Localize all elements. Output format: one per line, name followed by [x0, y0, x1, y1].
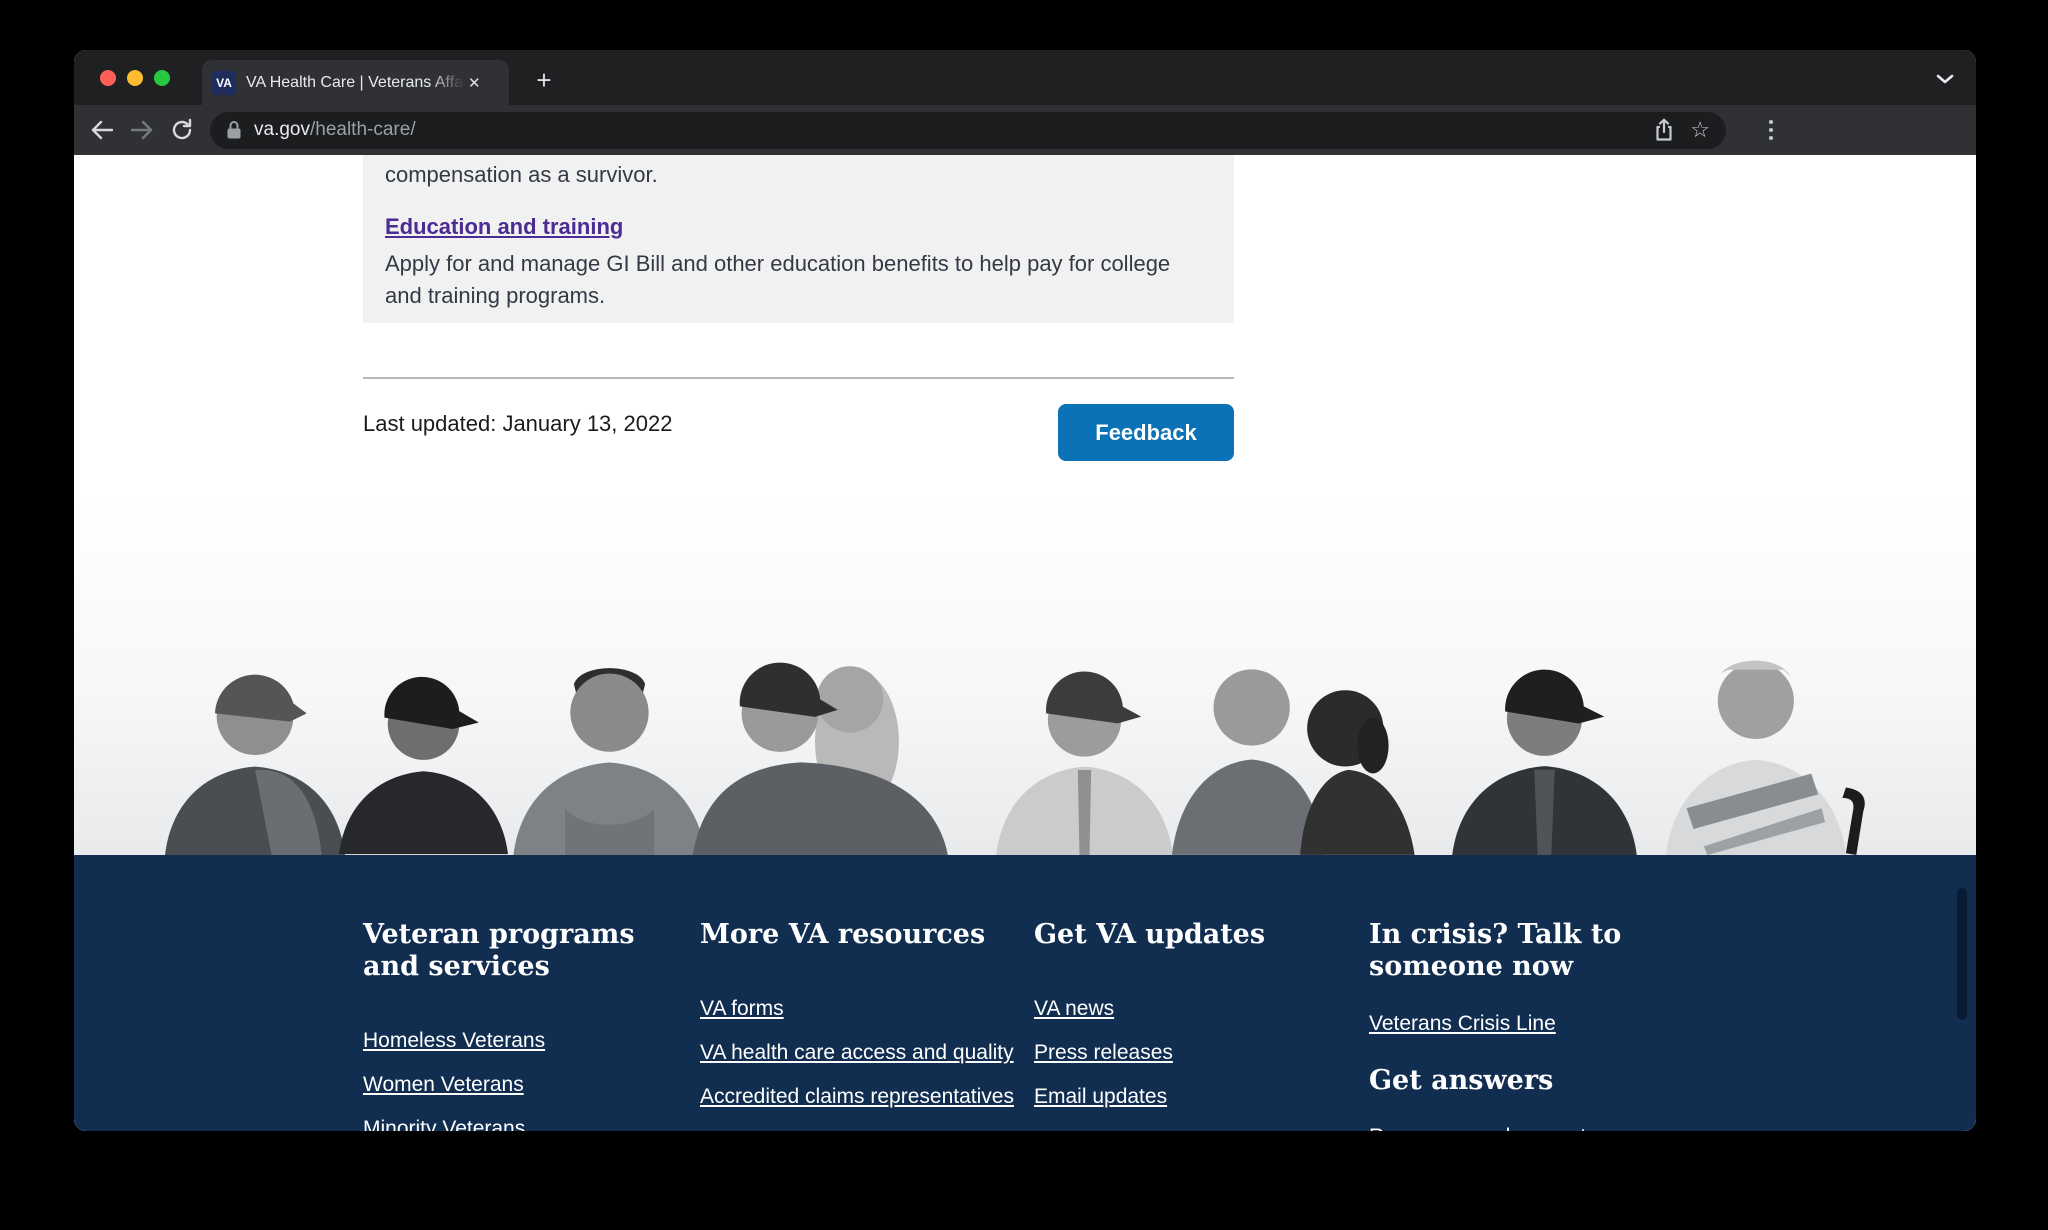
footer-link-item: Veterans Crisis Line [1369, 1011, 1699, 1039]
tab-close-icon[interactable]: ✕ [468, 74, 481, 92]
accredited-claims-link[interactable]: Accredited claims representatives [700, 1085, 1014, 1108]
footer-column-programs: Veteran programs and services Homeless V… [363, 919, 700, 1131]
footer-link-item: Women Veterans [363, 1072, 700, 1100]
press-releases-link[interactable]: Press releases [1034, 1041, 1173, 1064]
footer-link-item: VA news [1034, 996, 1369, 1024]
tab-title-fade [430, 73, 464, 92]
veterans-crisis-line-link[interactable]: Veterans Crisis Line [1369, 1012, 1556, 1035]
veteran-photo-2 [326, 655, 521, 855]
footer-column-resources: More VA resources VA forms VA health car… [700, 919, 1034, 1131]
va-forms-link[interactable]: VA forms [700, 997, 784, 1020]
va-mobile-apps-link[interactable]: VA mobile apps [700, 1129, 844, 1131]
lock-icon [227, 121, 241, 139]
page-scrollbar-thumb[interactable] [1957, 888, 1967, 1020]
va-health-care-access-link[interactable]: VA health care access and quality [700, 1041, 1014, 1064]
last-updated-text: Last updated: January 13, 2022 [363, 411, 673, 436]
tab-search-chevron-icon[interactable] [1928, 64, 1962, 94]
tab-strip: VA VA Health Care | Veterans Affai ✕ + [74, 50, 1976, 105]
veteran-photo-8 [1647, 642, 1882, 855]
forward-button[interactable] [122, 110, 162, 150]
page-content: compensation as a survivor. Education an… [74, 155, 1976, 1131]
minority-veterans-link[interactable]: Minority Veterans [363, 1117, 525, 1131]
email-updates-link[interactable]: Email updates [1034, 1085, 1167, 1108]
veteran-photo-5 [982, 650, 1187, 855]
footer-link-item: Resources and support [1369, 1124, 1699, 1131]
feedback-button[interactable]: Feedback [1058, 404, 1234, 461]
browser-toolbar: va.gov/health-care/ ☆ [74, 105, 1976, 155]
new-tab-button[interactable]: + [526, 62, 562, 98]
bookmark-star-icon[interactable]: ☆ [1690, 119, 1710, 141]
veteran-photo-7 [1432, 650, 1657, 855]
footer-heading: In crisis? Talk to someone now [1369, 919, 1622, 982]
tab-title: VA Health Care | Veterans Affai [246, 73, 464, 92]
window-zoom-button[interactable] [154, 70, 170, 86]
benefits-summary-panel: compensation as a survivor. Education an… [363, 155, 1234, 323]
women-veterans-link[interactable]: Women Veterans [363, 1073, 524, 1096]
site-footer: Veteran programs and services Homeless V… [74, 855, 1976, 1131]
footer-heading: Get VA updates [1034, 919, 1266, 950]
truncated-paragraph: compensation as a survivor. [385, 162, 658, 187]
footer-link-item: Minority Veterans [363, 1116, 700, 1131]
veteran-photo-6-with-dog [1165, 645, 1425, 855]
browser-window: VA VA Health Care | Veterans Affai ✕ + v… [74, 50, 1976, 1131]
footer-link-item: Homeless Veterans [363, 1028, 700, 1056]
footer-link-item: Press releases [1034, 1040, 1369, 1068]
window-minimize-button[interactable] [127, 70, 143, 86]
browser-menu-kebab-icon[interactable] [1754, 120, 1788, 140]
back-button[interactable] [82, 110, 122, 150]
footer-column-updates: Get VA updates VA news Press releases Em… [1034, 919, 1369, 1131]
browser-tab[interactable]: VA VA Health Care | Veterans Affai ✕ [202, 60, 509, 105]
footer-heading-get-answers: Get answers [1369, 1065, 1554, 1096]
footer-column-crisis: In crisis? Talk to someone now Veterans … [1369, 919, 1699, 1131]
va-news-link[interactable]: VA news [1034, 997, 1114, 1020]
resources-and-support-link[interactable]: Resources and support [1369, 1125, 1586, 1131]
footer-link-item: VA mobile apps [700, 1128, 1034, 1131]
reload-button[interactable] [162, 110, 202, 150]
va-favicon-icon: VA [212, 70, 236, 95]
footer-link-item: VA health care access and quality [700, 1040, 1034, 1068]
footer-heading: More VA resources [700, 919, 986, 950]
content-divider [363, 377, 1234, 379]
url-domain: va.gov [254, 119, 310, 140]
education-description: Apply for and manage GI Bill and other e… [385, 251, 1171, 308]
veterans-photo-strip [74, 495, 1976, 855]
url-text: va.gov/health-care/ [254, 119, 1638, 141]
address-bar[interactable]: va.gov/health-care/ ☆ [210, 111, 1726, 149]
footer-link-item: VA forms [700, 996, 1034, 1024]
url-path: /health-care/ [309, 119, 416, 140]
veteran-photo-4-couple [682, 640, 962, 855]
education-and-training-link[interactable]: Education and training [385, 211, 623, 243]
veteran-photo-1 [155, 650, 355, 855]
window-close-button[interactable] [100, 70, 116, 86]
footer-link-item: Facebook [1034, 1128, 1369, 1131]
facebook-link[interactable]: Facebook [1034, 1129, 1126, 1131]
footer-link-item: Email updates [1034, 1084, 1369, 1112]
share-icon[interactable] [1654, 118, 1674, 142]
footer-link-item: Accredited claims representatives [700, 1084, 1034, 1112]
homeless-veterans-link[interactable]: Homeless Veterans [363, 1029, 545, 1052]
footer-heading: Veteran programs and services [363, 919, 635, 982]
